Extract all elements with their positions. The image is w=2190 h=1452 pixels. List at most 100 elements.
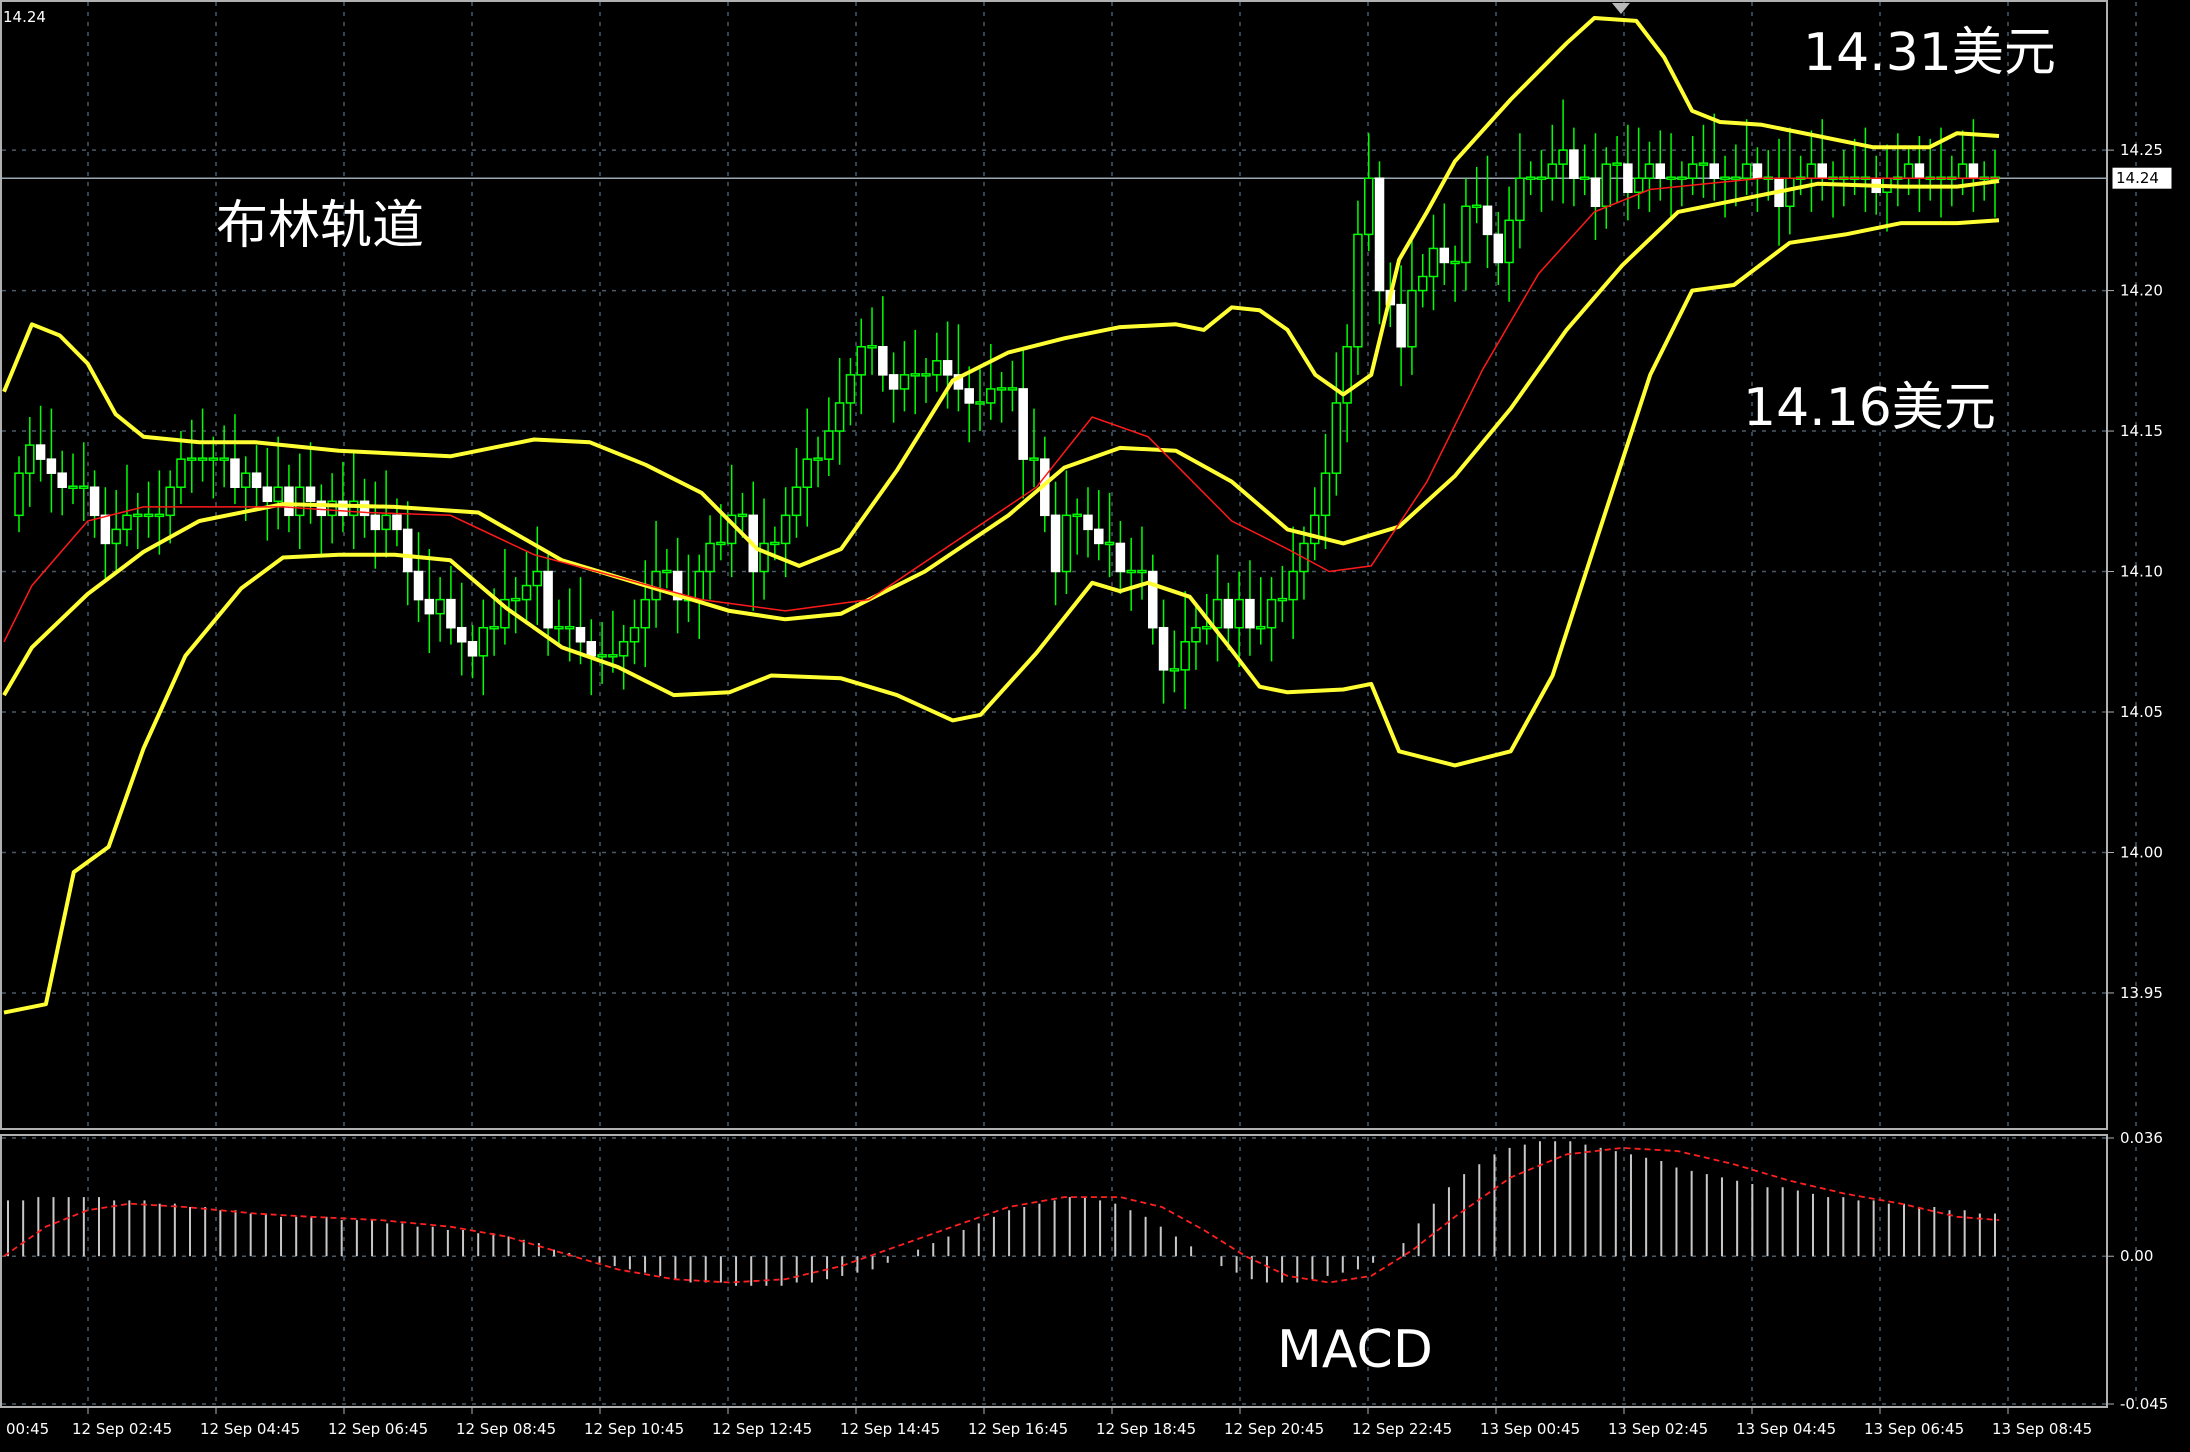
candle-body [1245,598,1255,629]
candle-body [1018,388,1028,460]
candle-body [1126,569,1136,574]
candle-body [856,346,866,376]
candle-body [1407,289,1417,348]
time-tick-label: 12 Sep 20:45 [1224,1420,1324,1438]
price-pane-title: 14.24 [3,8,46,26]
candle-body [532,570,543,587]
time-tick-label: 12 Sep 12:45 [712,1420,812,1438]
candle-body [910,373,920,377]
candle-body [608,654,618,658]
candle-body [1504,219,1514,264]
candle-body [1331,402,1342,474]
candle-body [888,374,899,390]
candle-body [1698,162,1709,166]
candle-body [1072,513,1082,518]
price-tick-label: 14.00 [2120,843,2163,861]
candle-body [759,542,769,573]
candle-body [802,458,812,488]
candle-body [1202,625,1212,630]
candle-body [1752,163,1763,179]
candle-body [716,541,726,546]
candle-body [845,374,856,404]
time-tick-label: 12 Sep 02:45 [72,1420,172,1438]
candle-body [1806,163,1817,179]
time-tick-label: 13 Sep 04:45 [1736,1420,1836,1438]
candle-body [824,430,834,460]
candle-body [694,570,705,601]
candle-body [921,373,931,377]
time-tick-label: 12 Sep 10:45 [584,1420,684,1438]
candle-body [597,654,607,658]
candle-body [1029,457,1039,461]
candle-body [1007,387,1018,391]
candle-body [1612,162,1622,166]
candle-body [133,513,143,518]
time-tick-label: 13 Sep 00:45 [1480,1420,1580,1438]
candle-body [1536,176,1547,180]
candle-body [1471,204,1482,209]
candle-body [780,514,791,545]
candle-body [770,541,780,546]
candle-body [932,360,942,376]
candle-body [489,625,499,630]
candle-body [1785,177,1795,208]
candle-body [143,513,154,518]
candle-body [1417,275,1428,292]
candle-body [737,513,748,518]
candle-body [1428,247,1439,278]
candle-body [424,598,435,615]
candle-body [996,387,1007,391]
candle-body [1061,514,1072,573]
trading-chart[interactable]: 14.25 14.20 14.15 14.10 14.05 14.00 13.95 0.03… [0,0,2190,1452]
candle-body [1655,163,1666,179]
candle-body [262,486,273,503]
candle-body [791,486,802,517]
candle-body [975,401,985,405]
candle-body [338,500,348,517]
candle-body [1191,626,1201,643]
candle-body [1666,176,1676,180]
candle-body [413,570,424,601]
candle-body [1731,176,1741,180]
candle-body [1266,598,1277,629]
candle-body [1158,626,1169,671]
candle-body [219,457,229,461]
candle-body [46,458,57,474]
candle-body [35,444,46,460]
candle-body [586,641,597,657]
current-price-label: 14.24 [2116,169,2159,187]
macd-tick-label: 0.036 [2120,1129,2163,1147]
candle-body [1709,163,1720,179]
candle-body [79,485,89,489]
candle-body [651,570,661,601]
candle-body [1309,514,1320,545]
candle-body [1633,177,1644,193]
candle-body [1094,528,1104,545]
time-tick-label: 12 Sep 08:45 [456,1420,556,1438]
price-tick-label: 14.15 [2120,422,2163,440]
candle-body [89,486,100,517]
time-tick-label: 12 Sep 14:45 [840,1420,940,1438]
candle-body [25,444,35,474]
candle-body [305,486,316,503]
candle-body [1644,163,1655,179]
candle-body [122,514,132,531]
time-tick-label: 00:45 [6,1420,49,1438]
candle-body [111,528,121,545]
candle-body [1493,233,1504,264]
candle-body [1601,163,1612,208]
candle-body [964,388,974,404]
candle-body [618,641,629,657]
candle-body [273,486,283,503]
candle-body [1374,177,1385,292]
indicator-label: 布林轨道 [216,196,424,256]
price-tick-label: 14.20 [2120,282,2163,300]
candle-body [456,626,467,643]
candle-body [284,486,294,517]
candle-body [543,570,553,629]
candle-body [867,345,877,349]
candle-body [1180,641,1190,671]
candle-body [705,542,715,573]
candle-body [1677,176,1687,180]
candle-body [57,472,67,488]
